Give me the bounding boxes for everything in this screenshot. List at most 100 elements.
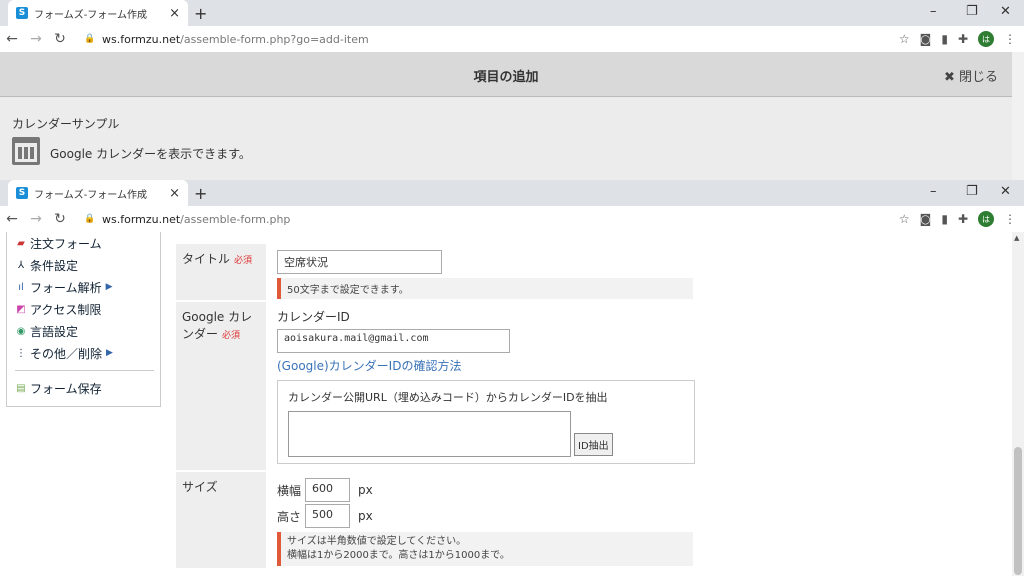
size-field: 横幅 600 px 高さ 500 px サイズは半角数値で設定してください。 横…	[277, 478, 693, 566]
condition-icon: ⅄	[17, 259, 25, 271]
toolbar-icons: ☆ ◙ ▮ ✚ は ⋮	[899, 31, 1016, 47]
browser-tab-2[interactable]: S フォームズ-フォーム作成 ×	[8, 180, 188, 206]
submenu-arrow-icon: ▶	[105, 282, 113, 292]
sidebar-item-order-form[interactable]: ▰ 注文フォーム	[7, 232, 160, 254]
extensions-puzzle-icon[interactable]: ✚	[958, 32, 968, 46]
size-label: サイズ	[182, 480, 218, 494]
forward-arrow-icon[interactable]: →	[24, 211, 48, 227]
height-label: 高さ	[277, 509, 302, 524]
tab-close-icon[interactable]: ×	[169, 6, 180, 21]
sample-description: Google カレンダーを表示できます。	[50, 147, 251, 161]
scroll-up-icon[interactable]: ▲	[1014, 234, 1019, 242]
url-host: ws.formzu.net	[102, 32, 181, 46]
width-unit: px	[358, 483, 373, 497]
window-close-button-2[interactable]: ✕	[1000, 184, 1011, 199]
sidebar-item-conditions[interactable]: ⅄ 条件設定	[7, 254, 160, 276]
analytics-icon: ıl	[18, 281, 24, 293]
main-content: ▰ 注文フォーム ⅄ 条件設定 ıl フォーム解析 ▶ ◩ アクセス制限 ◉ 言語設定 ⋮ そ…	[0, 232, 1012, 576]
sidebar-item-label: アクセス制限	[30, 302, 102, 317]
lock-icon: 🔒	[84, 34, 96, 44]
title-input[interactable]: 空席状況	[277, 250, 442, 274]
browser-tab[interactable]: S フォームズ-フォーム作成 ×	[8, 0, 188, 26]
size-hint: サイズは半角数値で設定してください。 横幅は1から2000まで。高さは1から10…	[277, 532, 693, 566]
minimize-button-2[interactable]: –	[930, 184, 937, 199]
sidebar-item-label: フォーム解析	[30, 280, 102, 295]
bookmark-star-icon[interactable]: ☆	[899, 212, 910, 226]
forward-arrow-icon[interactable]: →	[24, 31, 48, 47]
maximize-button[interactable]: ❐	[966, 4, 978, 19]
width-line: 横幅 600 px	[277, 478, 693, 502]
browser-tab-strip-2: S フォームズ-フォーム作成 × + – ❐ ✕	[0, 180, 1024, 206]
reload-icon[interactable]: ↻	[48, 211, 72, 227]
reader-extension-icon[interactable]: ▮	[941, 32, 948, 46]
size-hint-line-1: サイズは半角数値で設定してください。	[287, 536, 467, 547]
sidebar-item-other-delete[interactable]: ⋮ その他／削除 ▶	[7, 342, 160, 364]
reader-extension-icon[interactable]: ▮	[941, 212, 948, 226]
toolbar-icons-2: ☆ ◙ ▮ ✚ は ⋮	[899, 211, 1016, 227]
sidebar-item-label: その他／削除	[30, 346, 103, 361]
skype-extension-icon[interactable]: ◙	[920, 32, 932, 46]
reload-icon[interactable]: ↻	[48, 31, 72, 47]
extract-box: カレンダー公開URL（埋め込みコード）からカレンダーIDを抽出 ID抽出	[277, 380, 695, 464]
extensions-puzzle-icon[interactable]: ✚	[958, 212, 968, 226]
address-bar[interactable]: 🔒 ws.formzu.net/assemble-form.php?go=add…	[84, 28, 888, 50]
height-line: 高さ 500 px	[277, 504, 693, 528]
calendar-id-help-link[interactable]: (Google)カレンダーIDの確認方法	[277, 357, 695, 374]
sidebar-item-label: 条件設定	[30, 258, 79, 273]
tab-close-icon[interactable]: ×	[169, 186, 180, 201]
modal-close-button[interactable]: ✖ 閉じる	[944, 66, 998, 85]
maximize-button-2[interactable]: ❐	[966, 184, 978, 199]
skype-extension-icon[interactable]: ◙	[920, 212, 932, 226]
required-badge: 必須	[234, 256, 253, 266]
tab-title: フォームズ-フォーム作成	[34, 9, 148, 21]
modal-header: 項目の追加 ✖ 閉じる	[0, 52, 1012, 97]
sidebar-item-language[interactable]: ◉ 言語設定	[7, 320, 160, 342]
lock-icon: 🔒	[84, 214, 96, 224]
profile-avatar-2[interactable]: は	[978, 211, 994, 227]
minimize-button[interactable]: –	[930, 4, 937, 19]
embed-code-textarea[interactable]	[288, 411, 571, 457]
new-tab-button[interactable]: +	[194, 4, 207, 23]
menu-kebab-icon[interactable]: ⋮	[1004, 212, 1016, 226]
item-form: タイトル 必須 空席状況 50文字まで設定できます。 Google カレンダー 必須…	[176, 244, 696, 568]
overlay-scrollbar[interactable]	[1012, 52, 1024, 180]
title-hint: 50文字まで設定できます。	[277, 278, 693, 299]
tab-title-2: フォームズ-フォーム作成	[34, 189, 148, 201]
calendar-id-label: カレンダーID	[277, 310, 350, 324]
height-unit: px	[358, 509, 373, 523]
back-arrow-icon[interactable]: ←	[0, 31, 24, 47]
close-label: 閉じる	[958, 70, 998, 85]
profile-avatar[interactable]: は	[978, 31, 994, 47]
width-input[interactable]: 600	[305, 478, 351, 502]
sidebar-item-analytics[interactable]: ıl フォーム解析 ▶	[7, 276, 160, 298]
gcal-label: Google カレンダー	[182, 310, 253, 341]
title-label-cell: タイトル 必須	[176, 244, 266, 300]
sidebar-item-save[interactable]: ▤ フォーム保存	[7, 377, 160, 399]
back-arrow-icon[interactable]: ←	[0, 211, 24, 227]
address-bar-2[interactable]: 🔒 ws.formzu.net/assemble-form.php	[84, 208, 888, 230]
access-icon: ◩	[16, 303, 26, 315]
globe-icon: ◉	[16, 325, 26, 337]
sidebar-item-label: 言語設定	[30, 324, 79, 339]
menu-kebab-icon[interactable]: ⋮	[1004, 32, 1016, 46]
sidebar-item-access[interactable]: ◩ アクセス制限	[7, 298, 160, 320]
browser-toolbar: ← → ↻ 🔒 ws.formzu.net/assemble-form.php?…	[0, 26, 1024, 52]
window-close-button[interactable]: ✕	[1000, 4, 1011, 19]
calendar-sample-panel[interactable]: カレンダーサンプル Google カレンダーを表示できます。	[0, 97, 1012, 180]
height-input[interactable]: 500	[305, 504, 351, 528]
id-extract-button[interactable]: ID抽出	[574, 433, 613, 456]
browser-toolbar-2: ← → ↻ 🔒 ws.formzu.net/assemble-form.php …	[0, 206, 1024, 232]
size-hint-line-2: 横幅は1から2000まで。高さは1から1000まで。	[287, 550, 510, 561]
close-icon: ✖	[943, 70, 955, 85]
sidebar-item-label: フォーム保存	[30, 381, 102, 396]
cart-icon: ▰	[17, 237, 25, 249]
sidebar-divider	[15, 370, 154, 371]
calendar-icon	[12, 137, 40, 165]
new-tab-button-2[interactable]: +	[194, 184, 207, 203]
scrollbar-thumb[interactable]	[1014, 447, 1022, 575]
sample-title: カレンダーサンプル	[12, 117, 120, 131]
save-icon: ▤	[16, 382, 26, 394]
formzu-favicon-icon: S	[16, 187, 28, 199]
bookmark-star-icon[interactable]: ☆	[899, 32, 910, 46]
calendar-id-input[interactable]: aoisakura.mail@gmail.com	[277, 329, 510, 353]
